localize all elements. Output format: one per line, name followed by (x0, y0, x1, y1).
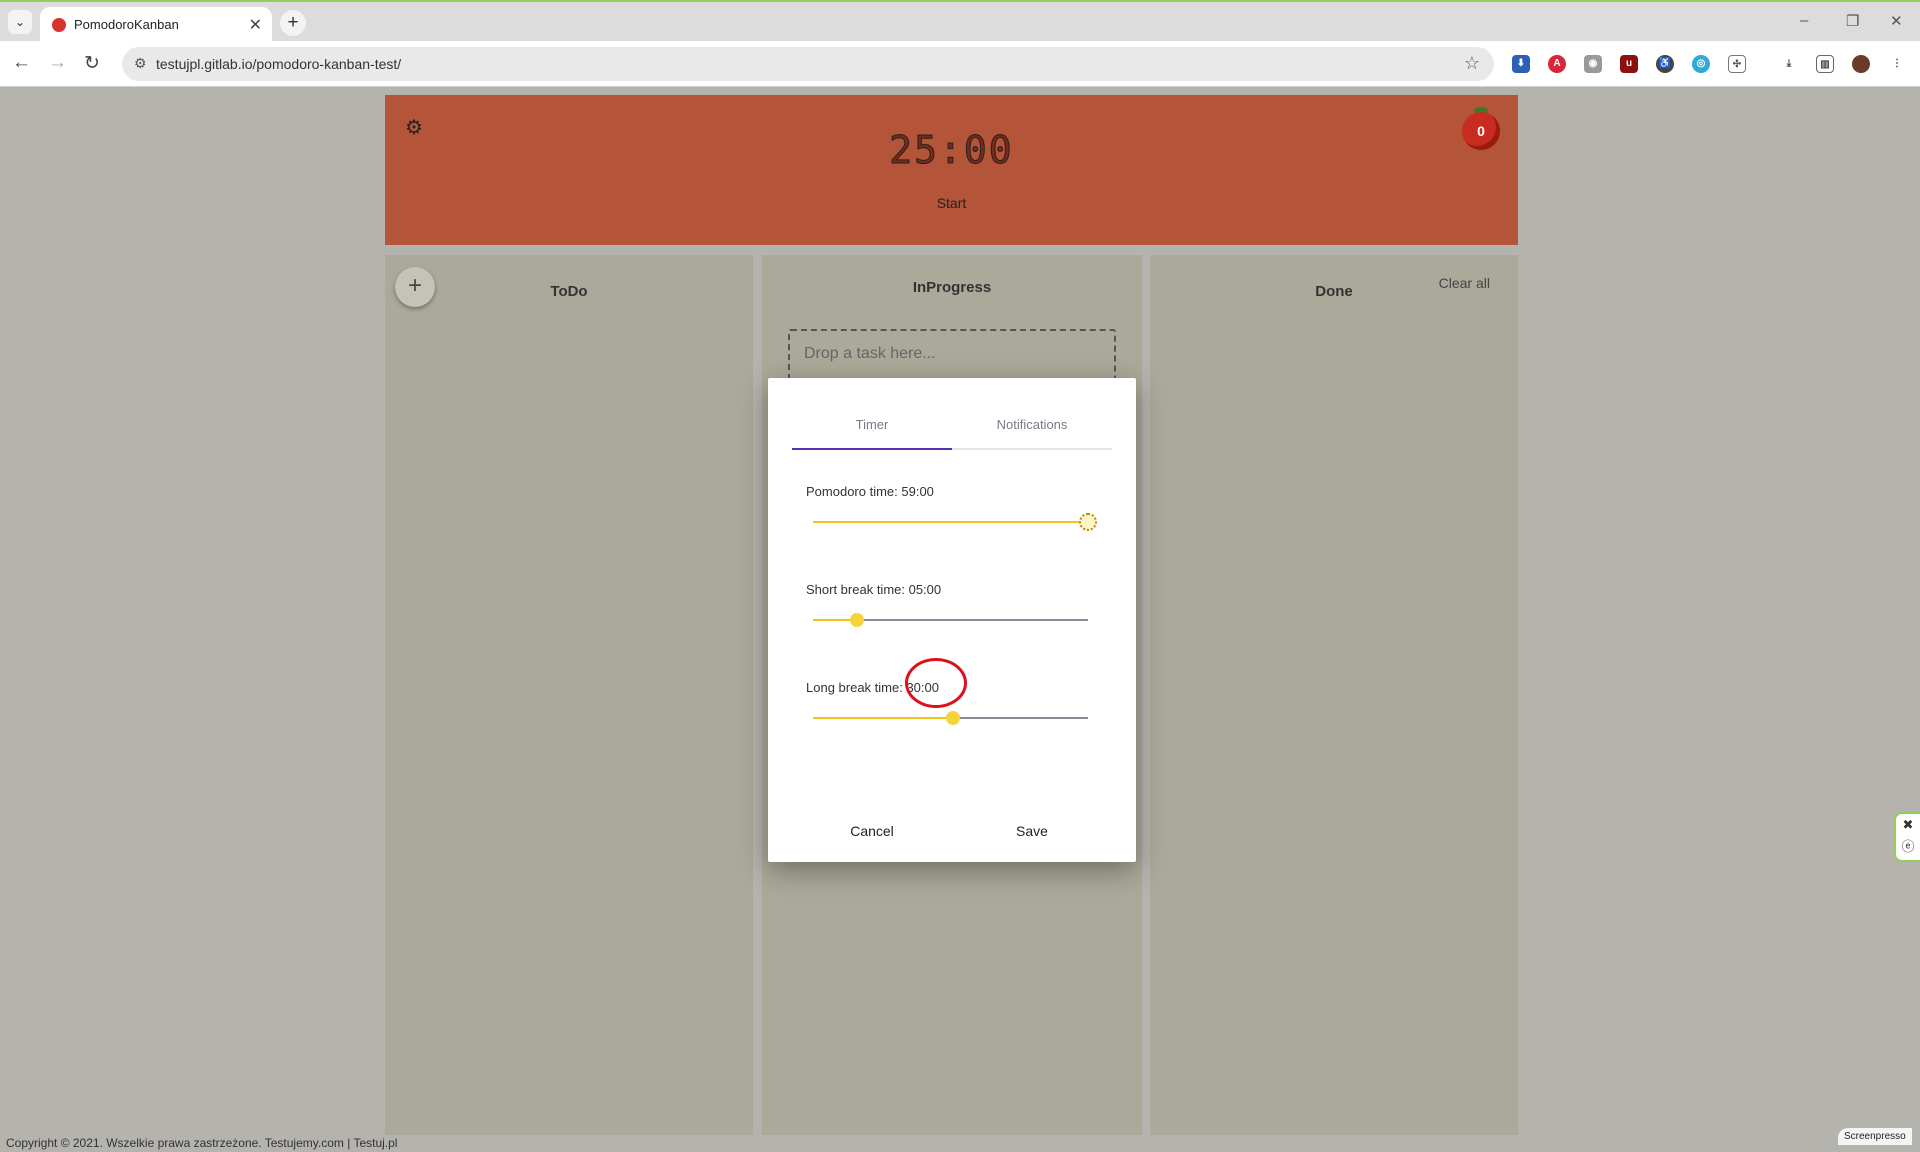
url-text[interactable]: testujpl.gitlab.io/pomodoro-kanban-test/ (156, 56, 401, 72)
timer-header: ⚙ 25:00 Start 0 (385, 95, 1518, 245)
cancel-button[interactable]: Cancel (792, 823, 952, 839)
settings-dialog: Timer Notifications Pomodoro time: 59:00… (768, 378, 1136, 862)
new-tab-button[interactable]: + (280, 10, 306, 36)
side-panel-icon[interactable]: ▥ (1816, 55, 1834, 73)
reload-icon[interactable]: ↻ (84, 52, 100, 75)
slider-fill (813, 521, 1088, 523)
long-break-time-slider[interactable] (813, 710, 1088, 726)
footer-copyright: Copyright © 2021. Wszelkie prawa zastrze… (6, 1136, 398, 1150)
extensions-icon[interactable]: ✣ (1728, 55, 1746, 73)
side-widget[interactable]: ✖ ⓔ (1894, 812, 1920, 862)
tab-notifications[interactable]: Notifications (952, 408, 1112, 450)
forward-icon[interactable]: → (48, 52, 67, 74)
pomodoro-time-slider[interactable] (813, 513, 1097, 531)
tab-search-icon[interactable]: ⌄ (8, 10, 32, 34)
camera-ext-icon[interactable]: ◉ (1584, 55, 1602, 73)
site-info-icon[interactable]: ⚙ (134, 55, 147, 72)
short-break-time-slider[interactable] (813, 612, 1088, 628)
profile-avatar[interactable] (1852, 55, 1870, 73)
download-ext-icon[interactable]: ⬇ (1512, 55, 1530, 73)
start-button[interactable]: Start (385, 195, 1518, 211)
pomodoro-time-label: Pomodoro time: 59:00 (806, 484, 934, 499)
save-button[interactable]: Save (952, 823, 1112, 839)
column-done: Done Clear all (1150, 255, 1518, 1135)
drop-zone-placeholder: Drop a task here... (804, 345, 936, 362)
slider-thumb[interactable] (946, 711, 961, 725)
restore-icon[interactable]: ❐ (1846, 12, 1859, 30)
annotation-circle (905, 658, 967, 708)
edge-icon[interactable]: ⓔ (1896, 836, 1920, 858)
screenpresso-logo: Screenpresso (1838, 1128, 1912, 1145)
color-ext-icon[interactable]: ◎ (1692, 55, 1710, 73)
accessibility-ext-icon[interactable]: ♿ (1656, 55, 1674, 73)
window-close-icon[interactable]: ✕ (1890, 12, 1903, 30)
tab-timer[interactable]: Timer (792, 408, 952, 450)
column-todo: + ToDo (385, 255, 753, 1135)
timer-display: 25:00 (889, 128, 1014, 173)
bookmark-star-icon[interactable]: ☆ (1464, 53, 1480, 74)
downloads-icon[interactable]: ⤓ (1780, 55, 1798, 73)
adblock-ext-icon[interactable]: A (1548, 55, 1566, 73)
drop-zone[interactable]: Drop a task here... (788, 329, 1116, 381)
slider-thumb[interactable] (1079, 513, 1097, 531)
browser-tab[interactable]: PomodoroKanban ✕ (40, 7, 272, 43)
tab-favicon-icon (52, 18, 66, 32)
back-icon[interactable]: ← (12, 52, 31, 74)
minimize-icon[interactable]: – (1800, 12, 1808, 29)
tab-title: PomodoroKanban (74, 17, 179, 32)
tomato-icon: 0 (1462, 112, 1500, 150)
ublock-ext-icon[interactable]: u (1620, 55, 1638, 73)
short-break-time-label: Short break time: 05:00 (806, 582, 942, 597)
clear-all-button[interactable]: Clear all (1439, 275, 1490, 291)
menu-kebab-icon[interactable]: ⋮ (1888, 55, 1906, 73)
column-title-todo: ToDo (550, 283, 588, 300)
slider-fill (813, 717, 954, 719)
browser-tabstrip: ⌄ PomodoroKanban ✕ + – ❐ ✕ (0, 0, 1920, 43)
address-bar[interactable]: ⚙ testujpl.gitlab.io/pomodoro-kanban-tes… (122, 47, 1494, 81)
tab-close-icon[interactable]: ✕ (249, 15, 262, 35)
browser-toolbar: ← → ↻ ⚙ testujpl.gitlab.io/pomodoro-kanb… (0, 41, 1920, 87)
slider-thumb[interactable] (850, 613, 864, 627)
column-title-inprogress: InProgress (912, 279, 992, 296)
close-icon[interactable]: ✖ (1896, 814, 1920, 836)
dialog-tabs: Timer Notifications (792, 408, 1112, 450)
